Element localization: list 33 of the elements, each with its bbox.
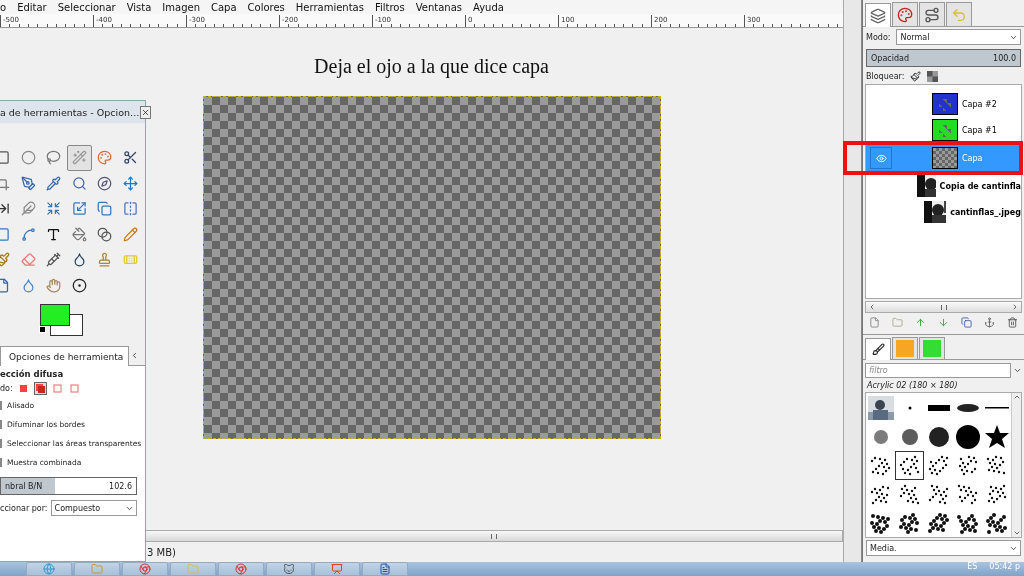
tool-name: ección difusa xyxy=(0,368,65,380)
menu-item[interactable]: o xyxy=(0,1,7,13)
mode-label: do: xyxy=(0,383,13,393)
layer-row[interactable]: Capa #1 xyxy=(866,117,1021,143)
clock: 05:42 p xyxy=(989,562,1020,571)
menu-item[interactable]: Vista xyxy=(126,1,152,13)
menu-item[interactable]: Filtros xyxy=(374,1,405,13)
view-dropdown[interactable]: Media. xyxy=(866,540,1021,556)
lock-label: Bloquear: xyxy=(866,72,905,81)
menu-item[interactable]: Capa xyxy=(210,1,237,13)
mode-label: Modo: xyxy=(866,32,891,42)
threshold-slider[interactable]: nbral B/N 102.6 xyxy=(0,477,137,495)
select-by-label: ccionar por: xyxy=(0,503,48,513)
opacity-slider[interactable]: Opacidad 100.0 xyxy=(866,49,1021,67)
menu-item[interactable]: Ayuda xyxy=(472,1,504,13)
canvas-caption: Deja el ojo a la que dice capa xyxy=(314,55,549,78)
menu-item[interactable]: Imagen xyxy=(162,1,200,13)
brush-name: Acrylic 02 (180 × 180) xyxy=(865,381,959,392)
menu-item[interactable]: Ventanas xyxy=(415,1,462,13)
menu-item[interactable]: Editar xyxy=(17,1,47,13)
language-indicator: ES xyxy=(967,562,978,571)
menu-item[interactable]: Colores xyxy=(247,1,285,13)
layer-row[interactable]: Capa #2 xyxy=(866,91,1021,117)
filter-field[interactable]: filtro xyxy=(865,363,1011,378)
select-by-dropdown[interactable]: Compuesto xyxy=(50,500,137,516)
status-text: 3 MB) xyxy=(147,546,176,558)
menu-item[interactable]: Herramientas xyxy=(295,1,364,13)
mode-dropdown[interactable]: Normal xyxy=(896,29,1021,45)
menu-item[interactable]: Seleccionar xyxy=(57,1,116,13)
window-title: a de herramientas - Opcion… xyxy=(0,106,140,118)
layer-row[interactable]: Copia de cantinfla xyxy=(866,173,1021,199)
layer-row[interactable]: cantinflas_.jpeg xyxy=(866,199,1021,225)
options-tab[interactable]: Opciones de herramienta xyxy=(0,346,130,366)
